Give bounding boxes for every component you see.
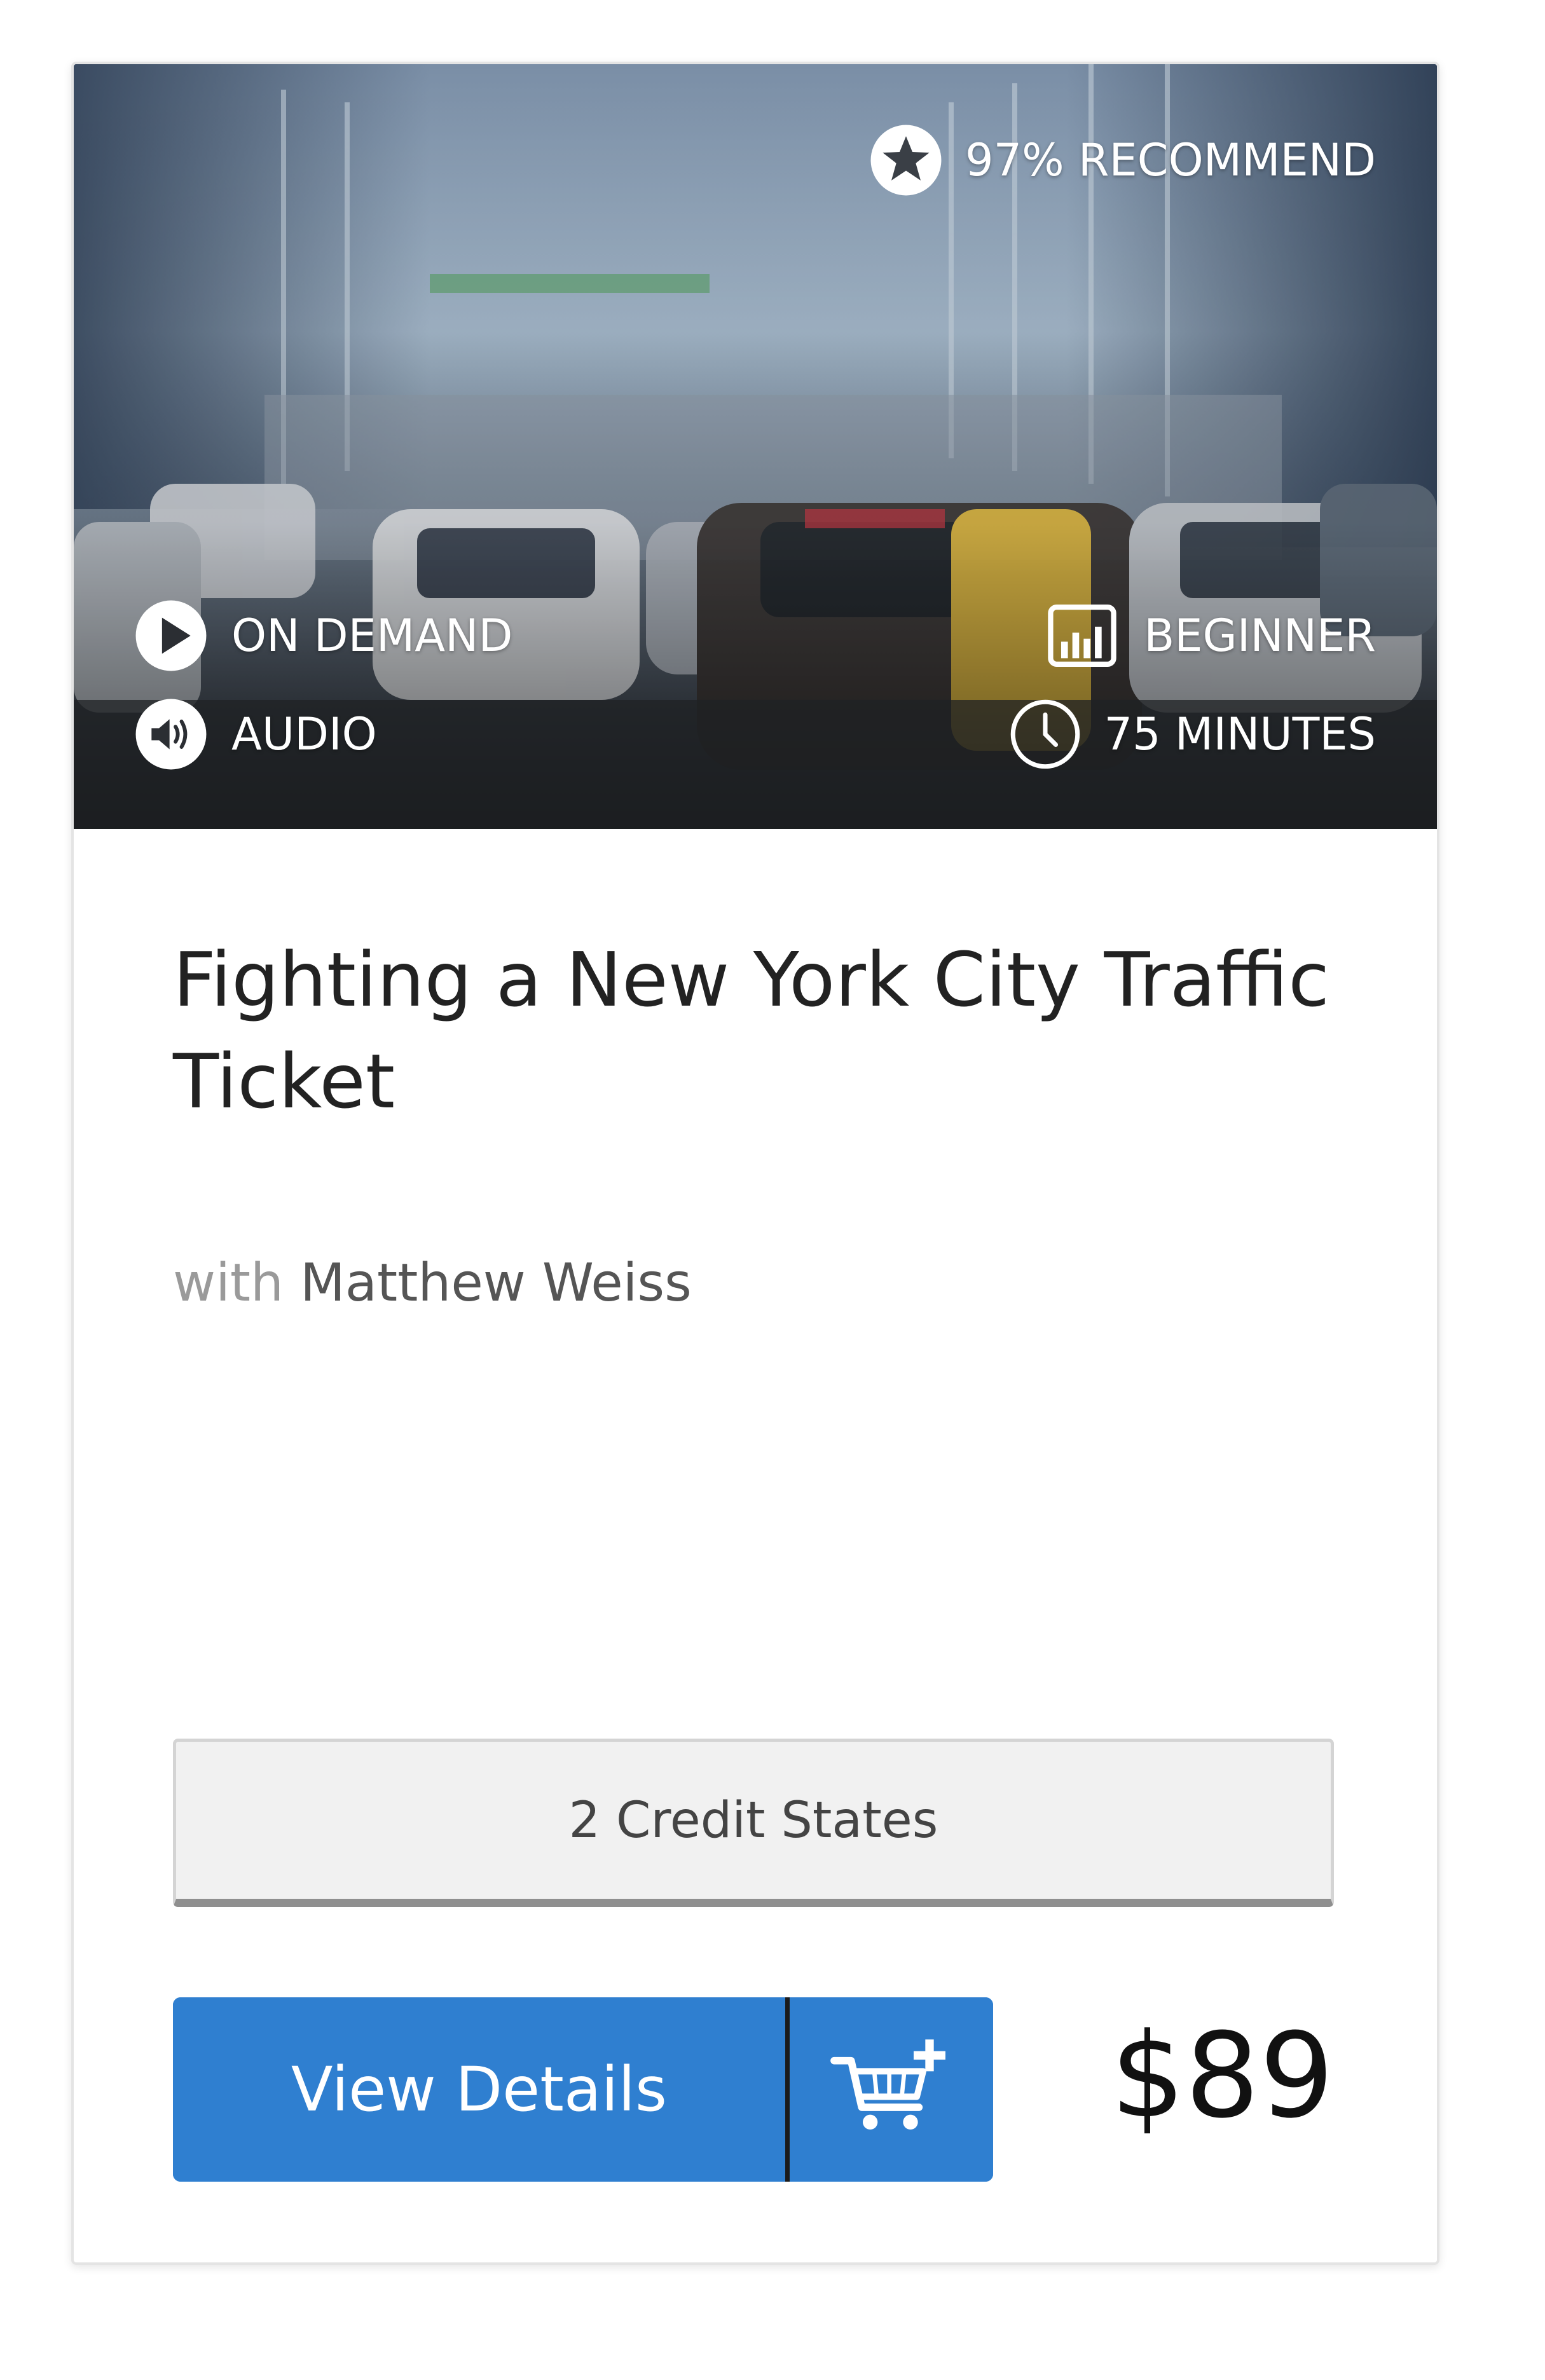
level-text: BEGINNER bbox=[1144, 610, 1376, 662]
instructor-line: with Matthew Weiss bbox=[173, 1253, 692, 1313]
star-circle-icon bbox=[869, 123, 944, 198]
recommend-badge: 97% RECOMMEND bbox=[869, 123, 1376, 198]
media-text: AUDIO bbox=[231, 708, 377, 760]
format-text: ON DEMAND bbox=[231, 610, 513, 662]
course-title[interactable]: Fighting a New York City Traffic Ticket bbox=[173, 929, 1349, 1132]
bar-chart-icon bbox=[1045, 598, 1120, 673]
add-to-cart-icon bbox=[828, 2037, 955, 2142]
level-badge: BEGINNER bbox=[1045, 598, 1376, 673]
view-details-button[interactable]: View Details bbox=[173, 1997, 785, 2182]
course-card: 97% RECOMMEND ON DEMAND AUDIO BEGINNER 7… bbox=[71, 62, 1439, 2265]
speaker-circle-icon bbox=[134, 697, 209, 772]
duration-text: 75 MINUTES bbox=[1104, 708, 1376, 760]
recommend-text: 97% RECOMMEND bbox=[965, 134, 1376, 186]
duration-badge: 75 MINUTES bbox=[1008, 697, 1376, 772]
format-badge: ON DEMAND bbox=[134, 598, 512, 673]
add-to-cart-button[interactable] bbox=[790, 1997, 993, 2182]
clock-icon bbox=[1008, 697, 1083, 772]
instructor-prefix: with bbox=[173, 1253, 284, 1313]
action-button-group: View Details bbox=[173, 1997, 993, 2182]
credit-states-button[interactable]: 2 Credit States bbox=[173, 1739, 1334, 1907]
course-hero-image[interactable]: 97% RECOMMEND ON DEMAND AUDIO BEGINNER 7… bbox=[74, 64, 1437, 829]
play-circle-icon bbox=[134, 598, 209, 673]
instructor-name[interactable]: Matthew Weiss bbox=[300, 1253, 692, 1313]
button-divider bbox=[785, 1997, 790, 2182]
media-badge: AUDIO bbox=[134, 697, 377, 772]
course-price: $89 bbox=[1110, 2008, 1334, 2144]
